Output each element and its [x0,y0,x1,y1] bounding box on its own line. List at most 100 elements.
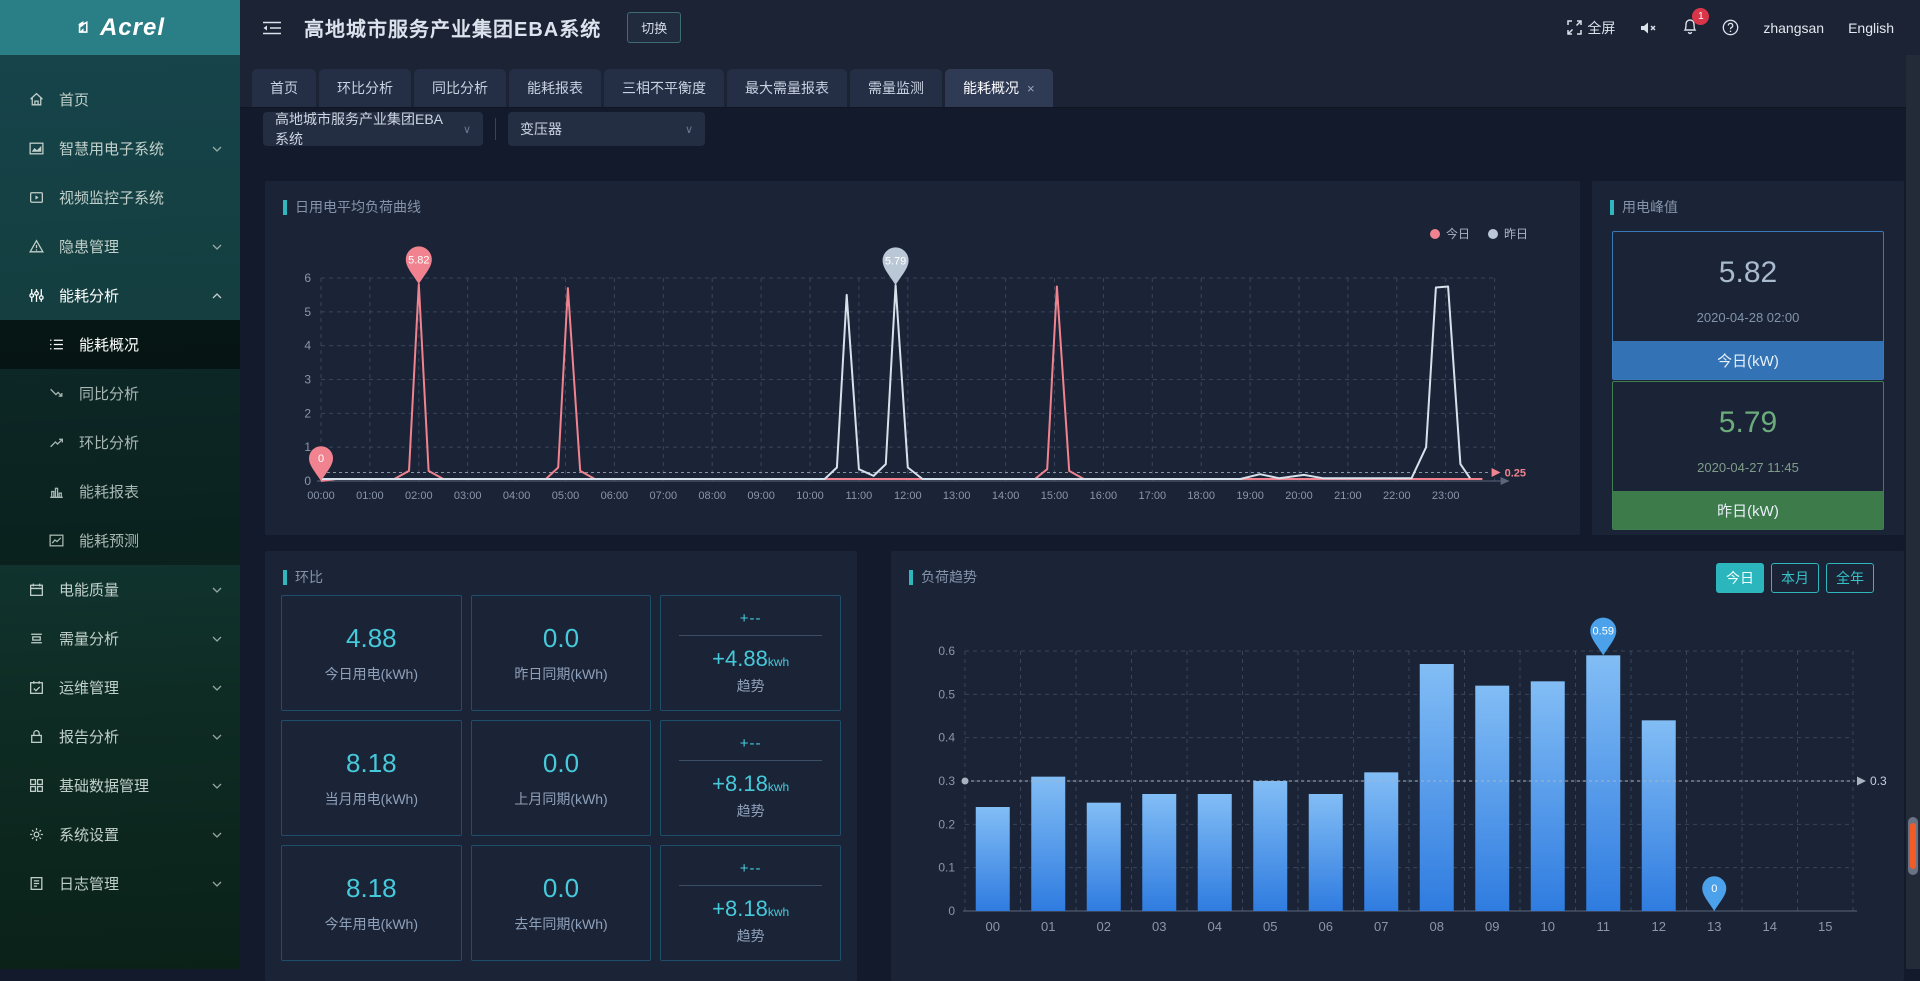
svg-text:08: 08 [1430,919,1444,934]
tab-energy-report[interactable]: 能耗报表 [509,69,601,107]
svg-text:2: 2 [304,406,311,420]
chevron-down-icon: ∨ [463,123,471,136]
lock-icon [28,728,45,745]
svg-text:11: 11 [1597,919,1611,934]
svg-text:14:00: 14:00 [992,490,1020,502]
svg-text:14: 14 [1763,919,1777,934]
sidebar-item-base-data[interactable]: 基础数据管理 [0,761,240,810]
peak-value: 5.79 [1613,382,1883,440]
chevron-down-icon: ∨ [685,123,693,136]
svg-text:11:00: 11:00 [846,490,873,502]
tab-home[interactable]: 首页 [252,69,316,107]
sliders-icon [28,287,45,304]
svg-text:19:00: 19:00 [1236,490,1264,502]
peak-card-today: 5.82 2020-04-28 02:00 今日(kW) [1612,231,1884,380]
help-icon[interactable] [1722,19,1739,36]
area-chart-icon [28,140,45,157]
sidebar-item-smart-power[interactable]: 智慧用电子系统 [0,124,240,173]
tab-demand-monitor[interactable]: 需量监测 [850,69,942,107]
sidebar-subitem-mom-analysis[interactable]: 环比分析 [0,418,240,467]
sidebar-submenu-energy: 能耗概况 同比分析 环比分析 能耗报表 能耗预测 [0,320,240,565]
notifications-button[interactable]: 1 [1682,17,1698,38]
fullscreen-button[interactable]: 全屏 [1567,18,1615,38]
tab-mom-analysis[interactable]: 环比分析 [319,69,411,107]
ratio-panel: 环比 4.88 今日用电(kWh) 0.0 昨日同期(kWh) +-- +4.8… [265,551,857,981]
svg-text:0.59: 0.59 [1593,626,1614,638]
sidebar-subitem-energy-report[interactable]: 能耗报表 [0,467,240,516]
svg-text:12: 12 [1652,919,1666,934]
svg-text:05: 05 [1263,919,1277,934]
system-select[interactable]: 高地城市服务产业集团EBA系统 ∨ [263,112,483,146]
sidebar-item-power-quality[interactable]: 电能质量 [0,565,240,614]
tab-phase-imbalance[interactable]: 三相不平衡度 [604,69,724,107]
svg-text:08:00: 08:00 [698,490,726,502]
svg-text:12:00: 12:00 [894,490,922,502]
sidebar-item-report-analysis[interactable]: 报告分析 [0,712,240,761]
tab-energy-overview[interactable]: 能耗概况 × [945,69,1053,107]
sidebar-item-home[interactable]: 首页 [0,75,240,124]
logo: Acrel [0,0,240,55]
username[interactable]: zhangsan [1763,20,1824,36]
switch-button[interactable]: 切换 [627,12,681,43]
language-switch[interactable]: English [1848,20,1894,36]
sidebar-item-label: 系统设置 [59,824,212,845]
collapse-sidebar-icon[interactable] [262,20,282,36]
chevron-up-icon [212,291,222,301]
sidebar-subitem-yoy-analysis[interactable]: 同比分析 [0,369,240,418]
sidebar-subitem-label: 环比分析 [79,432,139,453]
peak-label: 今日(kW) [1613,341,1883,379]
bar-chart-icon [48,483,65,500]
calendar-icon [28,581,45,598]
document-icon [28,875,45,892]
video-icon [28,189,45,206]
svg-text:00:00: 00:00 [307,490,335,502]
svg-text:6: 6 [304,271,311,285]
svg-text:3: 3 [304,373,311,387]
sidebar-item-energy-analysis[interactable]: 能耗分析 [0,271,240,320]
scrollbar-track[interactable] [1906,55,1920,969]
trend-down-icon [48,385,65,402]
svg-text:0: 0 [318,453,324,465]
svg-text:03:00: 03:00 [454,490,482,502]
ratio-card: 0.0 上月同期(kWh) [471,720,652,836]
page-title: 高地城市服务产业集团EBA系统 [304,13,601,42]
svg-text:06: 06 [1319,919,1333,934]
ratio-card: 8.18 今年用电(kWh) [281,845,462,961]
sidebar-subitem-energy-overview[interactable]: 能耗概况 [0,320,240,369]
ratio-trend-card: +-- +4.88kwh 趋势 [660,595,841,711]
peak-label: 昨日(kW) [1613,491,1883,529]
trend-up-icon [48,434,65,451]
svg-text:1: 1 [304,440,311,454]
svg-text:04: 04 [1208,919,1222,934]
grid-icon [28,777,45,794]
filter-row: 高地城市服务产业集团EBA系统 ∨ 变压器 ∨ [263,112,705,146]
close-icon[interactable]: × [1027,81,1035,96]
mute-icon[interactable] [1639,20,1658,36]
scrollbar-thumb[interactable] [1908,817,1918,875]
sidebar-subitem-label: 能耗预测 [79,530,139,551]
svg-text:13: 13 [1707,919,1721,934]
list-icon [48,336,65,353]
daily-load-curve-panel: 日用电平均负荷曲线 今日 昨日 012345600:0001:0002:0003… [265,181,1580,535]
device-select[interactable]: 变压器 ∨ [508,112,705,146]
sidebar-item-hazard[interactable]: 隐患管理 [0,222,240,271]
sidebar-item-demand-analysis[interactable]: 需量分析 [0,614,240,663]
sidebar-item-video[interactable]: 视频监控子系统 [0,173,240,222]
ratio-card: 0.0 昨日同期(kWh) [471,595,652,711]
panel-title: 环比 [283,567,323,587]
svg-text:21:00: 21:00 [1334,490,1362,502]
tabbar: 首页 环比分析 同比分析 能耗报表 三相不平衡度 最大需量报表 需量监测 能耗概… [240,55,1906,108]
power-peak-panel: 用电峰值 5.82 2020-04-28 02:00 今日(kW) 5.79 2… [1592,181,1904,535]
warning-triangle-icon [28,238,45,255]
sidebar-item-ops-management[interactable]: 运维管理 [0,663,240,712]
chevron-down-icon [212,634,222,644]
ratio-card: 8.18 当月用电(kWh) [281,720,462,836]
peak-value: 5.82 [1613,232,1883,290]
svg-text:5: 5 [304,305,311,319]
sidebar-item-log-management[interactable]: 日志管理 [0,859,240,908]
sidebar-subitem-energy-forecast[interactable]: 能耗预测 [0,516,240,565]
sidebar-item-system-settings[interactable]: 系统设置 [0,810,240,859]
tab-max-demand-report[interactable]: 最大需量报表 [727,69,847,107]
tab-yoy-analysis[interactable]: 同比分析 [414,69,506,107]
chevron-down-icon [212,732,222,742]
